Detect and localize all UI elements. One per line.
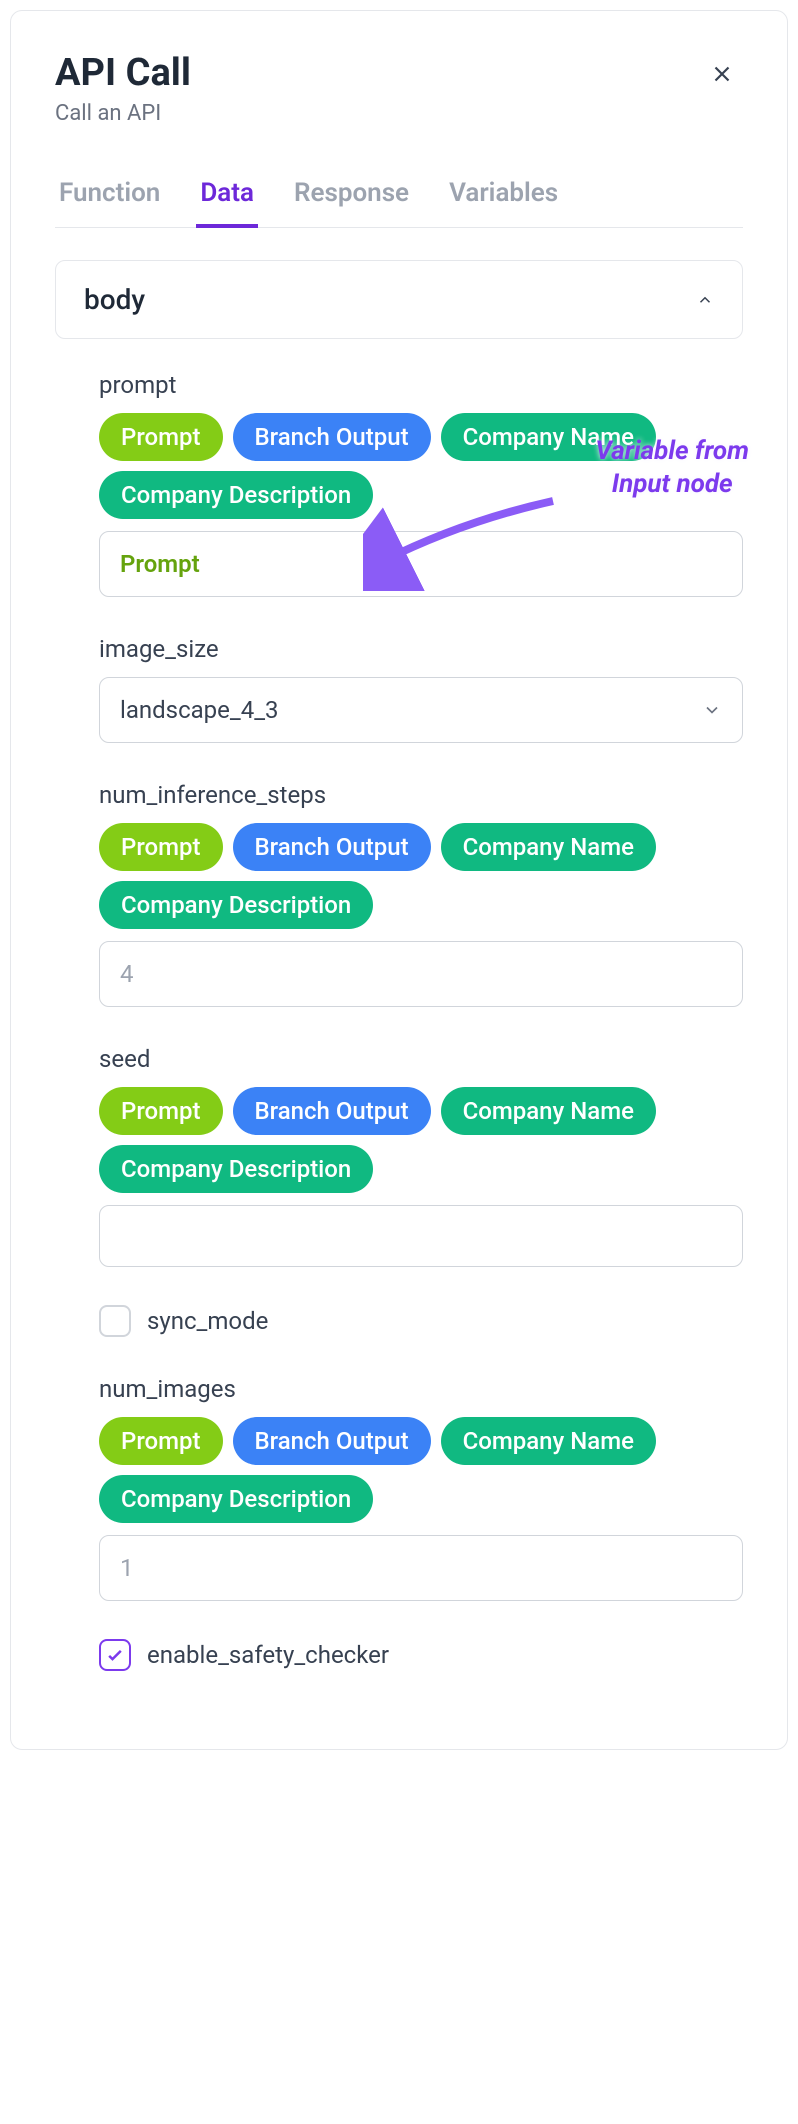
- pill-company-name[interactable]: Company Name: [441, 823, 656, 871]
- checkbox-label: sync_mode: [147, 1307, 268, 1335]
- seed-input[interactable]: [99, 1205, 743, 1267]
- tab-data[interactable]: Data: [196, 166, 258, 228]
- pill-prompt[interactable]: Prompt: [99, 413, 223, 461]
- field-sync-mode: sync_mode: [99, 1305, 743, 1337]
- field-label: num_inference_steps: [99, 781, 743, 809]
- pill-branch-output[interactable]: Branch Output: [233, 413, 431, 461]
- header: API Call Call an API: [55, 51, 743, 126]
- pill-company-name[interactable]: Company Name: [441, 1417, 656, 1465]
- pill-company-name[interactable]: Company Name: [441, 1087, 656, 1135]
- variable-pills: Prompt Branch Output Company Name Compan…: [99, 413, 743, 519]
- num-inference-steps-input[interactable]: 4: [99, 941, 743, 1007]
- pill-company-description[interactable]: Company Description: [99, 1145, 373, 1193]
- pill-branch-output[interactable]: Branch Output: [233, 1417, 431, 1465]
- select-value: landscape_4_3: [120, 696, 279, 724]
- close-button[interactable]: [701, 51, 743, 101]
- field-num-inference-steps: num_inference_steps Prompt Branch Output…: [99, 781, 743, 1007]
- tab-function[interactable]: Function: [55, 166, 164, 228]
- field-image-size: image_size landscape_4_3: [99, 635, 743, 743]
- enable-safety-checker-checkbox[interactable]: [99, 1639, 131, 1671]
- chevron-up-icon: [696, 291, 714, 309]
- check-icon: [105, 1645, 125, 1665]
- pill-prompt[interactable]: Prompt: [99, 1087, 223, 1135]
- panel-title: API Call: [55, 51, 191, 95]
- field-label: num_images: [99, 1375, 743, 1403]
- api-call-panel: API Call Call an API Function Data Respo…: [10, 10, 788, 1750]
- pill-company-description[interactable]: Company Description: [99, 881, 373, 929]
- field-label: seed: [99, 1045, 743, 1073]
- sync-mode-checkbox[interactable]: [99, 1305, 131, 1337]
- field-enable-safety-checker: enable_safety_checker: [99, 1639, 743, 1671]
- image-size-select[interactable]: landscape_4_3: [99, 677, 743, 743]
- field-seed: seed Prompt Branch Output Company Name C…: [99, 1045, 743, 1267]
- pill-company-description[interactable]: Company Description: [99, 471, 373, 519]
- pill-prompt[interactable]: Prompt: [99, 823, 223, 871]
- chevron-down-icon: [702, 700, 722, 720]
- checkbox-label: enable_safety_checker: [147, 1641, 389, 1669]
- pill-branch-output[interactable]: Branch Output: [233, 823, 431, 871]
- tab-response[interactable]: Response: [290, 166, 413, 228]
- body-section-header[interactable]: body: [55, 260, 743, 339]
- pill-company-description[interactable]: Company Description: [99, 1475, 373, 1523]
- pill-branch-output[interactable]: Branch Output: [233, 1087, 431, 1135]
- section-title: body: [84, 283, 145, 316]
- field-label: prompt: [99, 371, 743, 399]
- pill-prompt[interactable]: Prompt: [99, 1417, 223, 1465]
- num-images-input[interactable]: 1: [99, 1535, 743, 1601]
- close-icon: [709, 61, 735, 87]
- prompt-input[interactable]: Prompt: [99, 531, 743, 597]
- tab-variables[interactable]: Variables: [445, 166, 562, 228]
- field-label: image_size: [99, 635, 743, 663]
- variable-pills: Prompt Branch Output Company Name Compan…: [99, 823, 743, 929]
- variable-pills: Prompt Branch Output Company Name Compan…: [99, 1087, 743, 1193]
- pill-company-name[interactable]: Company Name: [441, 413, 656, 461]
- tabs: Function Data Response Variables: [55, 166, 743, 228]
- variable-pills: Prompt Branch Output Company Name Compan…: [99, 1417, 743, 1523]
- fields-container: prompt Prompt Branch Output Company Name…: [55, 371, 743, 1671]
- field-prompt: prompt Prompt Branch Output Company Name…: [99, 371, 743, 597]
- field-num-images: num_images Prompt Branch Output Company …: [99, 1375, 743, 1601]
- panel-subtitle: Call an API: [55, 101, 191, 126]
